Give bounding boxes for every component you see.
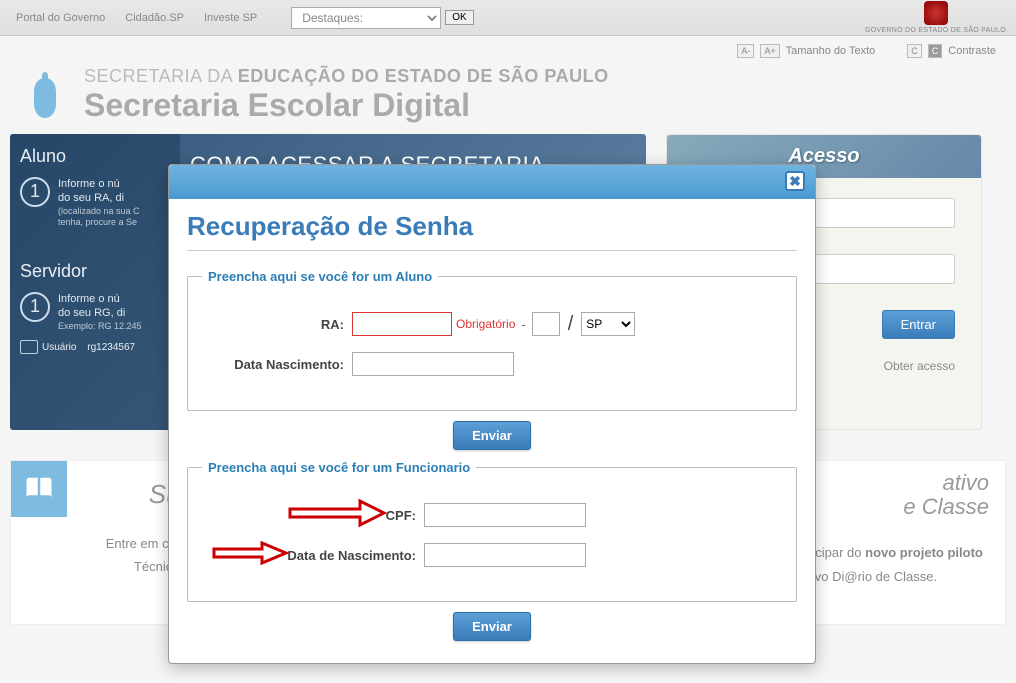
modal-title: Recuperação de Senha xyxy=(187,211,797,251)
password-recovery-modal: ✖ Recuperação de Senha Preencha aqui se … xyxy=(168,164,816,664)
cpf-input[interactable] xyxy=(424,503,586,527)
dash: - xyxy=(521,317,525,332)
legend-aluno: Preencha aqui se você for um Aluno xyxy=(202,269,438,284)
fieldset-funcionario: Preencha aqui se você for um Funcionario… xyxy=(187,460,797,602)
ra-input[interactable] xyxy=(352,312,452,336)
arrow-annotation-icon xyxy=(288,499,388,532)
birth-date-input[interactable] xyxy=(352,352,514,376)
ra-digit-input[interactable] xyxy=(532,312,560,336)
birth-date-label: Data Nascimento: xyxy=(202,357,352,372)
modal-header: ✖ xyxy=(169,165,815,199)
fieldset-aluno: Preencha aqui se você for um Aluno RA: O… xyxy=(187,269,797,411)
close-icon[interactable]: ✖ xyxy=(785,171,805,191)
birth-date-func-input[interactable] xyxy=(424,543,586,567)
required-text: Obrigatório xyxy=(456,317,515,331)
uf-select[interactable]: SP xyxy=(581,312,635,336)
arrow-annotation-icon xyxy=(212,541,292,570)
ra-label: RA: xyxy=(202,317,352,332)
legend-funcionario: Preencha aqui se você for um Funcionario xyxy=(202,460,476,475)
slash: / xyxy=(568,313,574,336)
submit-funcionario-button[interactable]: Enviar xyxy=(453,612,531,641)
modal-overlay: ✖ Recuperação de Senha Preencha aqui se … xyxy=(0,0,1016,683)
submit-aluno-button[interactable]: Enviar xyxy=(453,421,531,450)
